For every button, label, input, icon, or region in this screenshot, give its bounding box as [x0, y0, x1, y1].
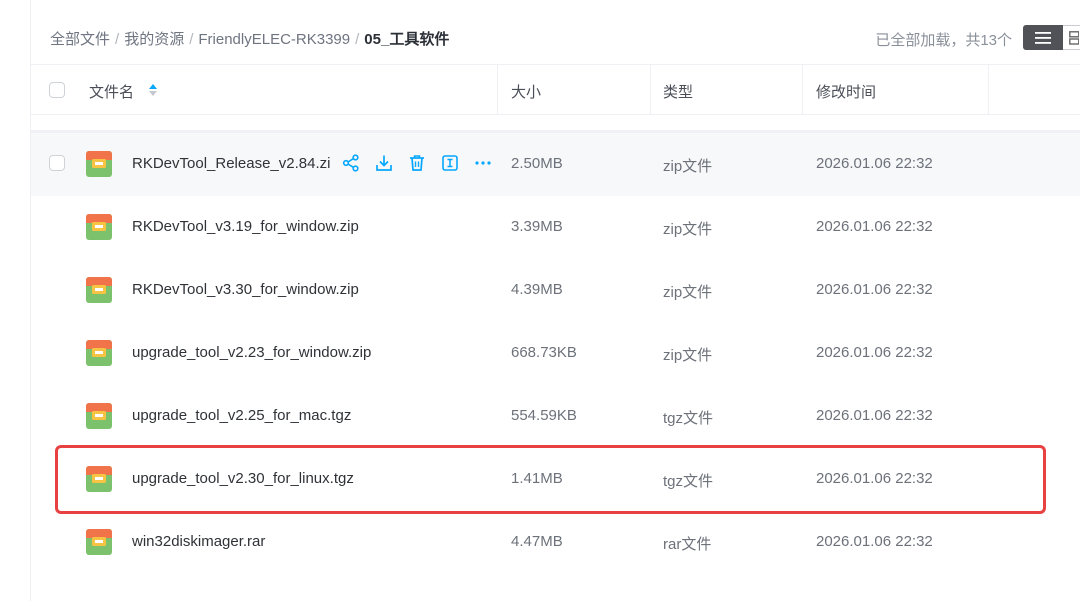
- breadcrumb-separator: /: [189, 31, 194, 48]
- file-type: zip文件: [663, 158, 713, 175]
- file-name[interactable]: upgrade_tool_v2.23_for_window.zip: [132, 344, 371, 361]
- list-view-button[interactable]: [1023, 25, 1064, 50]
- left-panel-edge: [0, 0, 31, 601]
- file-type: zip文件: [663, 221, 713, 238]
- file-size: 3.39MB: [511, 218, 563, 235]
- file-type: zip文件: [663, 284, 713, 301]
- archive-file-icon: [86, 151, 112, 177]
- file-type: tgz文件: [663, 410, 714, 427]
- archive-file-icon: [86, 340, 112, 366]
- breadcrumb: 全部文件 / 我的资源 / FriendlyELEC-RK3399/05_工具软件: [50, 28, 449, 49]
- column-header-size[interactable]: 大小: [511, 81, 541, 102]
- file-name[interactable]: RKDevTool_v3.19_for_window.zip: [132, 218, 359, 235]
- archive-file-icon: [86, 403, 112, 429]
- column-divider: [988, 65, 989, 115]
- file-modified: 2026.01.06 22:32: [816, 155, 933, 172]
- breadcrumb-my-resources[interactable]: 我的资源: [124, 31, 184, 48]
- toolbar: 全部文件 / 我的资源 / FriendlyELEC-RK3399/05_工具软件 已全…: [31, 0, 1080, 66]
- file-type: rar文件: [663, 536, 712, 553]
- file-modified: 2026.01.06 22:32: [816, 533, 933, 550]
- column-header-modified[interactable]: 修改时间: [816, 81, 876, 102]
- rename-icon: [442, 155, 458, 171]
- download-icon: [376, 155, 392, 171]
- table-row[interactable]: RKDevTool_v3.19_for_window.zip 3.39MB zi…: [31, 196, 1080, 259]
- highlight-annotation: [55, 445, 1046, 514]
- file-modified: 2026.01.06 22:32: [816, 344, 933, 361]
- table-row[interactable]: RKDevTool_v3.30_for_window.zip 4.39MB zi…: [31, 259, 1080, 322]
- table-row[interactable]: upgrade_tool_v2.23_for_window.zip 668.73…: [31, 322, 1080, 385]
- load-status: 已全部加载，共13个: [875, 32, 1012, 49]
- list-icon: [1035, 31, 1052, 44]
- table-row[interactable]: win32diskimager.rar 4.47MB rar文件 2026.01…: [31, 511, 1080, 574]
- archive-file-icon: [86, 529, 112, 555]
- breadcrumb-current-folder: 05_工具软件: [364, 31, 450, 48]
- file-name[interactable]: upgrade_tool_v2.25_for_mac.tgz: [132, 407, 351, 424]
- delete-button[interactable]: [407, 153, 427, 173]
- download-button[interactable]: [374, 153, 394, 173]
- breadcrumb-separator: /: [355, 31, 360, 48]
- row-checkbox[interactable]: [49, 155, 65, 171]
- grid-icon: [1069, 30, 1080, 45]
- file-size: 4.47MB: [511, 533, 563, 550]
- select-all-checkbox[interactable]: [49, 82, 65, 98]
- breadcrumb-all-files[interactable]: 全部文件: [50, 31, 110, 48]
- column-divider: [650, 65, 651, 115]
- file-size: 668.73KB: [511, 344, 577, 361]
- file-size: 4.39MB: [511, 281, 563, 298]
- file-name[interactable]: RKDevTool_Release_v2.84.zi: [132, 155, 330, 172]
- scroll-gap: [31, 116, 1080, 131]
- breadcrumb-separator: /: [115, 31, 120, 48]
- column-divider: [802, 65, 803, 115]
- column-header-type[interactable]: 类型: [663, 81, 693, 102]
- file-modified: 2026.01.06 22:32: [816, 407, 933, 424]
- file-modified: 2026.01.06 22:32: [816, 218, 933, 235]
- file-size: 2.50MB: [511, 155, 563, 172]
- table-header: 文件名 大小 类型 修改时间: [31, 64, 1080, 115]
- share-icon: [342, 154, 359, 172]
- view-toggle: [1023, 25, 1080, 50]
- more-button[interactable]: [473, 153, 493, 173]
- delete-icon: [410, 155, 424, 171]
- archive-file-icon: [86, 214, 112, 240]
- file-name[interactable]: RKDevTool_v3.30_for_window.zip: [132, 281, 359, 298]
- grid-view-button[interactable]: [1063, 25, 1080, 50]
- table-row[interactable]: upgrade_tool_v2.25_for_mac.tgz 554.59KB …: [31, 385, 1080, 448]
- file-name[interactable]: win32diskimager.rar: [132, 533, 265, 550]
- table-row[interactable]: RKDevTool_Release_v2.84.zi 2.50MB zip文件 …: [31, 133, 1080, 196]
- row-actions: [341, 153, 493, 173]
- file-type: zip文件: [663, 347, 713, 364]
- more-icon: [475, 161, 491, 165]
- breadcrumb-friendlyelec[interactable]: FriendlyELEC-RK3399: [198, 31, 350, 48]
- file-modified: 2026.01.06 22:32: [816, 281, 933, 298]
- column-divider: [497, 65, 498, 115]
- share-button[interactable]: [341, 153, 361, 173]
- rename-button[interactable]: [440, 153, 460, 173]
- column-header-name[interactable]: 文件名: [89, 81, 134, 102]
- file-size: 554.59KB: [511, 407, 577, 424]
- archive-file-icon: [86, 277, 112, 303]
- sort-icon[interactable]: [148, 82, 158, 98]
